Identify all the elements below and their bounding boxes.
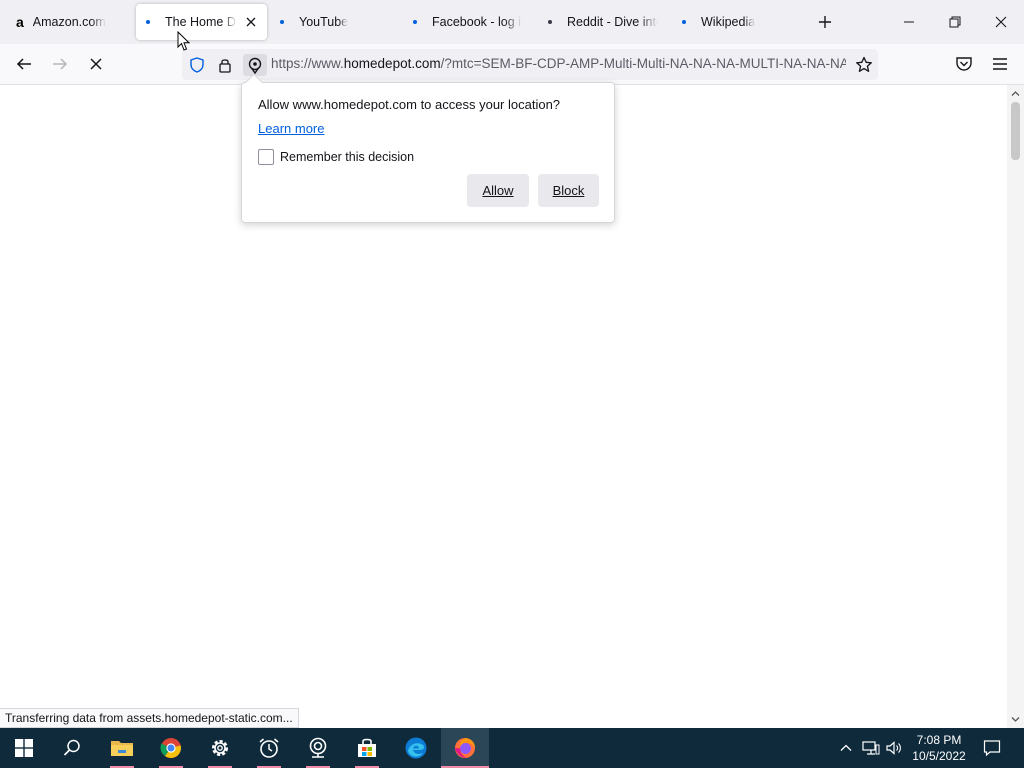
url-scheme: https://www. bbox=[271, 56, 344, 71]
pocket-icon[interactable] bbox=[952, 52, 976, 76]
url-host: homedepot.com bbox=[343, 56, 441, 71]
allow-button-label: Allow bbox=[482, 183, 514, 198]
taskbar-settings[interactable] bbox=[196, 728, 244, 768]
restore-icon[interactable] bbox=[943, 10, 967, 34]
tab-label: Wikipedia bbox=[701, 15, 756, 29]
vertical-scrollbar[interactable] bbox=[1007, 85, 1024, 728]
clock-time: 7:08 PM bbox=[916, 733, 962, 747]
search-button[interactable] bbox=[48, 728, 96, 768]
edge-icon bbox=[405, 737, 427, 759]
clock-date: 10/5/2022 bbox=[912, 749, 966, 763]
close-icon[interactable] bbox=[243, 14, 259, 30]
taskbar-alarms-clock[interactable] bbox=[245, 728, 293, 768]
taskbar-chrome[interactable] bbox=[147, 728, 195, 768]
scroll-down-arrow-icon[interactable] bbox=[1010, 714, 1021, 725]
taskbar-camera[interactable] bbox=[294, 728, 342, 768]
taskbar-edge[interactable] bbox=[392, 728, 440, 768]
status-bar: Transferring data from assets.homedepot-… bbox=[0, 708, 299, 728]
file-explorer-icon bbox=[111, 741, 133, 756]
url-text[interactable]: https://www.homedepot.com/?mtc=SEM-BF-CD… bbox=[271, 56, 846, 71]
webcam-icon bbox=[309, 737, 327, 758]
tab-youtube[interactable]: YouTube bbox=[270, 4, 400, 40]
learn-more-link[interactable]: Learn more bbox=[258, 121, 324, 136]
window-close-icon[interactable] bbox=[989, 10, 1013, 34]
loading-dot-icon bbox=[682, 20, 686, 24]
tracking-protection-shield-icon[interactable] bbox=[188, 56, 206, 74]
address-bar[interactable]: https://www.homedepot.com/?mtc=SEM-BF-CD… bbox=[182, 49, 878, 80]
allow-button[interactable]: Allow bbox=[467, 174, 529, 207]
show-hidden-icons[interactable] bbox=[836, 728, 856, 768]
block-button-label: Block bbox=[552, 183, 585, 198]
tab-amazon[interactable]: a Amazon.com bbox=[4, 4, 134, 40]
network-status[interactable] bbox=[860, 728, 882, 768]
taskbar-firefox[interactable] bbox=[441, 728, 489, 768]
network-icon bbox=[862, 741, 880, 755]
navigation-toolbar: https://www.homedepot.com/?mtc=SEM-BF-CD… bbox=[0, 44, 1024, 85]
permission-title: Allow www.homedepot.com to access your l… bbox=[258, 97, 561, 112]
tab-bar: a Amazon.com The Home Depot YouTube Face… bbox=[0, 0, 1024, 44]
remember-decision-label[interactable]: Remember this decision bbox=[280, 150, 414, 164]
tab-label: Facebook - log in or sign up bbox=[432, 15, 522, 29]
lock-icon[interactable] bbox=[216, 56, 234, 74]
remember-decision-row[interactable]: Remember this decision bbox=[258, 149, 414, 165]
settings-icon bbox=[212, 740, 228, 756]
tab-wikipedia[interactable]: Wikipedia bbox=[672, 4, 802, 40]
minimize-icon[interactable] bbox=[897, 10, 921, 34]
location-permission-popup: Allow www.homedepot.com to access your l… bbox=[241, 73, 615, 223]
firefox-icon bbox=[455, 738, 475, 758]
stop-loading-icon[interactable] bbox=[84, 52, 108, 76]
loading-dot-icon bbox=[146, 20, 150, 24]
chrome-icon bbox=[160, 738, 181, 758]
taskbar-clock[interactable]: 7:08 PM 10/5/2022 bbox=[905, 732, 973, 764]
block-button[interactable]: Block bbox=[538, 174, 599, 207]
alarms-clock-icon bbox=[259, 738, 279, 758]
windows-taskbar: 7:08 PM 10/5/2022 bbox=[0, 728, 1024, 768]
tab-label: Reddit - Dive into anything bbox=[567, 15, 658, 29]
hamburger-menu-icon[interactable] bbox=[988, 52, 1012, 76]
search-icon bbox=[63, 739, 80, 756]
location-permission-icon[interactable] bbox=[243, 54, 267, 76]
loading-dot-icon bbox=[413, 20, 417, 24]
scroll-up-arrow-icon[interactable] bbox=[1010, 88, 1021, 99]
bookmark-star-icon[interactable] bbox=[854, 55, 874, 75]
start-button[interactable] bbox=[0, 728, 48, 768]
scrollbar-thumb[interactable] bbox=[1011, 102, 1020, 160]
mouse-cursor-icon bbox=[177, 31, 191, 51]
start-icon bbox=[15, 739, 33, 757]
tab-label: The Home Depot bbox=[165, 15, 237, 29]
tab-home-depot[interactable]: The Home Depot bbox=[136, 4, 267, 40]
new-tab-plus-icon[interactable] bbox=[814, 11, 836, 33]
loading-dot-icon bbox=[280, 20, 284, 24]
tab-label: Amazon.com bbox=[32, 15, 106, 29]
taskbar-store[interactable] bbox=[343, 728, 391, 768]
chevron-up-icon bbox=[840, 744, 852, 751]
loading-dot-icon bbox=[548, 20, 552, 24]
tab-reddit[interactable]: Reddit - Dive into anything bbox=[538, 4, 668, 40]
tab-facebook[interactable]: Facebook - log in or sign up bbox=[403, 4, 533, 40]
taskbar-file-explorer[interactable] bbox=[98, 728, 146, 768]
notification-icon bbox=[983, 740, 1001, 757]
remember-decision-checkbox[interactable] bbox=[258, 149, 274, 165]
speaker-volume-icon bbox=[886, 741, 901, 755]
action-center[interactable] bbox=[978, 728, 1006, 768]
amazon-favicon-icon: a bbox=[16, 14, 24, 30]
store-icon bbox=[358, 738, 376, 757]
volume-control[interactable] bbox=[883, 728, 905, 768]
forward-arrow-icon[interactable] bbox=[48, 52, 72, 76]
url-path: /?mtc=SEM-BF-CDP-AMP-Multi-Multi-NA-NA-N… bbox=[440, 56, 846, 71]
tab-label: YouTube bbox=[299, 15, 349, 29]
back-arrow-icon[interactable] bbox=[12, 52, 36, 76]
